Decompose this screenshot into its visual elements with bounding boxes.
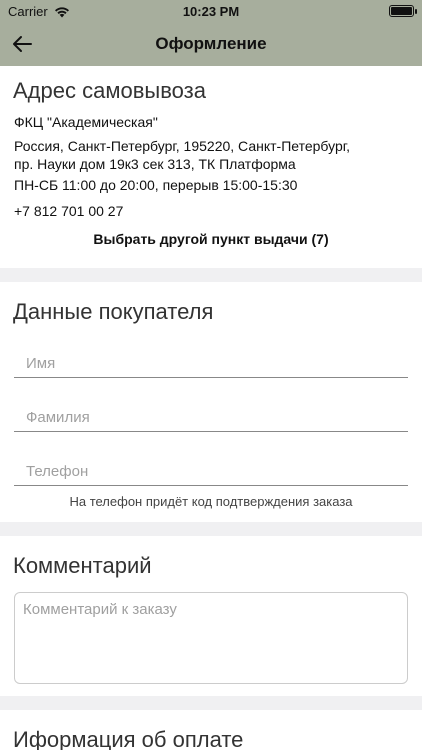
payment-heading: Иформация об оплате [13,727,244,750]
comment-box [14,592,408,684]
comment-input[interactable] [15,593,407,683]
comment-section: Комментарий [0,536,422,696]
choose-other-pickup-button[interactable]: Выбрать другой пункт выдачи (7) [0,231,422,247]
phone-field [14,458,408,486]
battery-icon [389,5,417,17]
buyer-heading: Данные покупателя [13,299,214,324]
status-time: 10:23 PM [182,4,240,19]
phone-hint: На телефон придёт код подтверждения зака… [69,494,353,509]
status-bar: Carrier 10:23 PM [0,0,422,22]
payment-section: Иформация об оплате [0,710,422,750]
phone-input[interactable] [14,458,408,484]
section-divider [0,696,422,710]
last-name-field [14,404,408,432]
pickup-phone: +7 812 701 00 27 [14,203,124,219]
top-bar: Carrier 10:23 PM Оформление [0,0,422,66]
pickup-address-line2: пр. Науки дом 19к3 сек 313, ТК Платформа [14,156,296,172]
first-name-field [14,350,408,378]
page-title: Оформление [155,34,267,53]
pickup-hours: ПН-СБ 11:00 до 20:00, перерыв 15:00-15:3… [14,177,298,193]
comment-heading: Комментарий [13,553,152,578]
navigation-bar: Оформление [0,22,422,66]
section-divider [0,522,422,536]
last-name-input[interactable] [14,404,408,430]
first-name-input[interactable] [14,350,408,376]
pickup-section: Адрес самовывоза ФКЦ "Академическая" Рос… [0,66,422,268]
buyer-section: Данные покупателя На телефон придёт код … [0,282,422,522]
pickup-heading: Адрес самовывоза [13,78,206,103]
pickup-point-name: ФКЦ "Академическая" [14,114,158,130]
section-divider [0,268,422,282]
pickup-address-line1: Россия, Санкт-Петербург, 195220, Санкт-П… [14,138,351,154]
